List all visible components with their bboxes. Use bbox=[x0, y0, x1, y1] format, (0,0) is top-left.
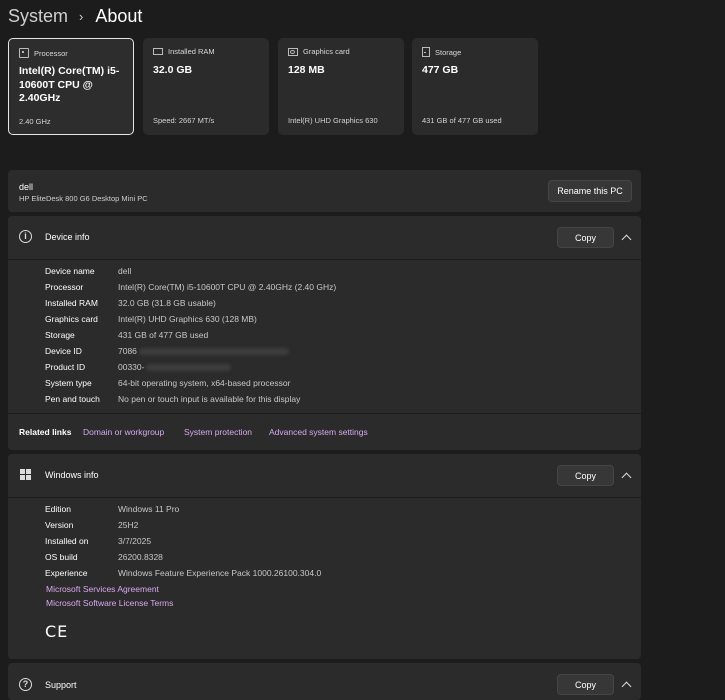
info-icon: i bbox=[19, 230, 32, 243]
row-value: 64-bit operating system, x64-based proce… bbox=[118, 378, 291, 388]
row-value: 26200.8328 bbox=[118, 552, 163, 562]
breadcrumb-separator: › bbox=[79, 8, 84, 24]
domain-workgroup-link[interactable]: Domain or workgroup bbox=[83, 427, 164, 437]
row-label: Graphics card bbox=[45, 314, 98, 324]
row-label: OS build bbox=[45, 552, 78, 562]
row-label: Version bbox=[45, 520, 74, 530]
row-value: Intel(R) UHD Graphics 630 (128 MB) bbox=[118, 314, 257, 324]
spec-value: 128 MB bbox=[288, 64, 325, 76]
spec-value: Intel(R) Core(TM) i5-10600T CPU @ 2.40GH… bbox=[19, 65, 120, 104]
row-label: Storage bbox=[45, 330, 75, 340]
license-terms-link[interactable]: Microsoft Software License Terms bbox=[46, 598, 173, 608]
pc-name: dell bbox=[19, 182, 34, 192]
spec-sub: 2.40 GHz bbox=[19, 117, 51, 126]
row-value: 431 GB of 477 GB used bbox=[118, 330, 209, 340]
spec-label: Storage bbox=[435, 47, 462, 57]
row-value: 00330- bbox=[118, 362, 145, 372]
windows-info-section: Windows info Copy bbox=[8, 454, 641, 659]
page-title: About bbox=[95, 5, 143, 26]
windows-info-title: Windows info bbox=[45, 470, 99, 480]
spec-value: 477 GB bbox=[422, 64, 459, 76]
row-value: Windows 11 Pro bbox=[118, 504, 180, 514]
breadcrumb: System › About bbox=[8, 3, 142, 29]
spec-card-ram[interactable]: Installed RAM 32.0 GB Speed: 2667 MT/s bbox=[143, 38, 269, 135]
row-value: 3/7/2025 bbox=[118, 536, 152, 546]
spec-sub: Speed: 2667 MT/s bbox=[153, 116, 215, 125]
system-protection-link[interactable]: System protection bbox=[184, 427, 252, 437]
row-value: Windows Feature Experience Pack 1000.261… bbox=[118, 568, 322, 578]
spec-value: 32.0 GB bbox=[153, 64, 193, 76]
services-agreement-link[interactable]: Microsoft Services Agreement bbox=[46, 584, 159, 594]
spec-card-storage[interactable]: Storage 477 GB 431 GB of 477 GB used bbox=[412, 38, 538, 135]
breadcrumb-system[interactable]: System bbox=[8, 6, 68, 27]
row-label: Product ID bbox=[45, 362, 86, 372]
row-value: No pen or touch input is available for t… bbox=[118, 394, 301, 404]
row-label: Installed RAM bbox=[45, 298, 98, 308]
row-label: Pen and touch bbox=[45, 394, 100, 404]
storage-icon bbox=[422, 47, 430, 57]
divider bbox=[8, 413, 641, 414]
spec-label: Graphics card bbox=[303, 47, 350, 56]
row-label: Edition bbox=[45, 504, 71, 514]
pc-name-card: dell HP EliteDesk 800 G6 Desktop Mini PC… bbox=[8, 170, 641, 212]
graphics-card-icon bbox=[288, 47, 298, 56]
spec-sub: Intel(R) UHD Graphics 630 bbox=[288, 116, 378, 125]
advanced-system-settings-link[interactable]: Advanced system settings bbox=[269, 427, 368, 437]
help-icon: ? bbox=[19, 678, 32, 691]
row-label: Processor bbox=[45, 282, 84, 292]
row-value: 25H2 bbox=[118, 520, 139, 530]
row-label: Device ID bbox=[45, 346, 82, 356]
redacted-blur bbox=[146, 364, 232, 372]
support-section[interactable]: ? Support Copy bbox=[8, 663, 641, 700]
chevron-up-icon[interactable] bbox=[621, 472, 632, 483]
support-title: Support bbox=[45, 680, 77, 690]
spec-sub: 431 GB of 477 GB used bbox=[422, 116, 502, 125]
device-info-section: i Device info Copy bbox=[8, 216, 641, 450]
chevron-up-icon[interactable] bbox=[621, 681, 632, 692]
windows-logo-icon bbox=[20, 469, 32, 481]
row-label: Device name bbox=[45, 266, 95, 276]
row-value: 32.0 GB (31.8 GB usable) bbox=[118, 298, 216, 308]
row-label: Installed on bbox=[45, 536, 89, 546]
memory-icon bbox=[153, 48, 163, 55]
pc-model: HP EliteDesk 800 G6 Desktop Mini PC bbox=[19, 194, 148, 203]
windows-info-header[interactable]: Windows info Copy bbox=[8, 454, 641, 497]
row-value: dell bbox=[118, 266, 132, 276]
redacted-blur bbox=[138, 348, 289, 356]
device-info-copy-button[interactable]: Copy bbox=[557, 227, 614, 248]
device-id-value: 7086 bbox=[118, 346, 289, 356]
device-info-header[interactable]: i Device info Copy bbox=[8, 216, 641, 259]
processor-icon bbox=[19, 48, 29, 58]
device-info-title: Device info bbox=[45, 232, 90, 242]
spec-card-processor[interactable]: Processor Intel(R) Core(TM) i5-10600T CP… bbox=[8, 38, 134, 135]
ce-mark-icon: CE bbox=[45, 622, 69, 641]
divider bbox=[8, 259, 641, 260]
row-label: System type bbox=[45, 378, 92, 388]
support-copy-button[interactable]: Copy bbox=[557, 674, 614, 695]
rename-pc-button[interactable]: Rename this PC bbox=[548, 180, 632, 202]
row-value: Intel(R) Core(TM) i5-10600T CPU @ 2.40GH… bbox=[118, 282, 337, 292]
spec-card-graphics[interactable]: Graphics card 128 MB Intel(R) UHD Graphi… bbox=[278, 38, 404, 135]
row-label: Experience bbox=[45, 568, 88, 578]
divider bbox=[8, 497, 641, 498]
product-id-value: 00330- bbox=[118, 362, 232, 372]
windows-info-copy-button[interactable]: Copy bbox=[557, 465, 614, 486]
related-links-title: Related links bbox=[19, 427, 72, 437]
spec-label: Installed RAM bbox=[168, 47, 215, 56]
chevron-up-icon[interactable] bbox=[621, 234, 632, 245]
spec-label: Processor bbox=[34, 48, 68, 58]
row-value: 7086 bbox=[118, 346, 137, 356]
